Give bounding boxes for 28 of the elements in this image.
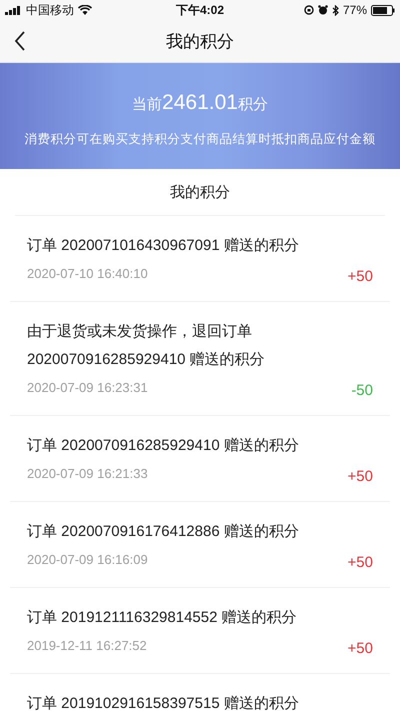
record-time: 2020-07-09 16:21:33 — [27, 465, 148, 483]
points-note: 消费积分可在购买支持积分支付商品结算时抵扣商品应付金额 — [24, 130, 376, 148]
status-time: 下午4:02 — [176, 2, 224, 18]
battery-icon — [371, 4, 395, 16]
back-icon[interactable] — [14, 31, 26, 51]
page-title: 我的积分 — [166, 30, 234, 52]
points-change: +50 — [348, 267, 373, 287]
wifi-icon — [78, 5, 92, 15]
record-description: 订单 2019102916158397515 赠送的积分 — [27, 694, 300, 711]
record-description: 订单 2020070916285929410 赠送的积分 — [27, 436, 300, 456]
record-description: 订单 2020071016430967091 赠送的积分 — [27, 236, 300, 256]
signal-icon — [5, 6, 22, 14]
carrier-name: 中国移动 — [26, 2, 74, 18]
points-change: +50 — [348, 467, 373, 487]
record-description: 由于退货或未发货操作，退回订单 2020070916285929410 赠送的积分 — [27, 322, 266, 370]
record-time: 2020-07-09 16:23:31 — [27, 379, 148, 397]
points-change: +50 — [348, 553, 373, 573]
record-description: 订单 2019121116329814552 赠送的积分 — [27, 608, 298, 628]
points-change: +50 — [348, 639, 373, 659]
record-time: 2020-07-10 16:40:10 — [27, 265, 148, 283]
record-time: 2019-12-11 16:27:52 — [27, 637, 147, 655]
record-description: 订单 2020070916176412886 赠送的积分 — [27, 522, 300, 542]
points-balance: 当前2461.01积分 — [132, 90, 268, 114]
points-change: -50 — [351, 381, 373, 401]
battery-percent: 77% — [342, 3, 367, 17]
bluetooth-icon — [332, 4, 339, 16]
record-time: 2020-07-09 16:16:09 — [27, 551, 148, 569]
section-title: 我的积分 — [170, 182, 230, 202]
